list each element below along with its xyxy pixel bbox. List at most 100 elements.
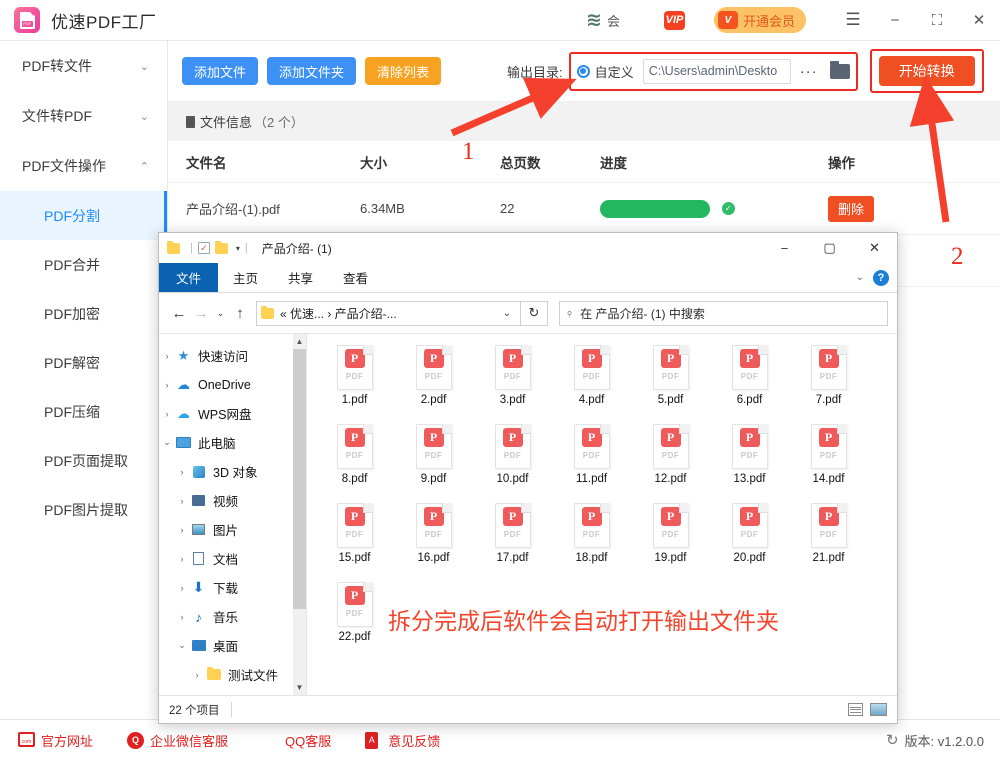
file-item[interactable]: PPDF13.pdf	[710, 424, 789, 503]
add-folder-button[interactable]: 添加文件夹	[267, 57, 356, 85]
close-icon[interactable]: ✕	[958, 0, 1000, 41]
chevron-down-icon[interactable]: ⌄	[856, 272, 864, 283]
sidebar-group-file-to-pdf[interactable]: 文件转PDF ⌄	[0, 91, 167, 141]
add-file-button[interactable]: 添加文件	[182, 57, 258, 85]
recent-locations-icon[interactable]: ⌄	[212, 300, 229, 326]
chevron-down-icon[interactable]: ▾	[236, 244, 240, 253]
folder-browse-icon[interactable]	[830, 64, 850, 79]
tree-item-desktop[interactable]: ⌄ 桌面	[159, 631, 306, 660]
help-icon[interactable]: ?	[873, 270, 889, 286]
feedback-link[interactable]: A 意见反馈	[365, 731, 440, 750]
tree-item-music[interactable]: › ♪ 音乐	[159, 602, 306, 631]
chevron-down-icon[interactable]: ⌄	[498, 308, 516, 319]
sidebar-item-pdf-merge[interactable]: PDF合并	[0, 240, 167, 289]
tree-item-videos[interactable]: › 视频	[159, 486, 306, 515]
ribbon-tab-home[interactable]: 主页	[218, 263, 273, 292]
file-item[interactable]: PPDF11.pdf	[552, 424, 631, 503]
ribbon-tab-file[interactable]: 文件	[159, 263, 218, 292]
file-item[interactable]: PPDF22.pdf	[315, 582, 394, 661]
tree-item-this-pc[interactable]: ⌄ 此电脑	[159, 428, 306, 457]
file-item[interactable]: PPDF3.pdf	[473, 345, 552, 424]
custom-directory-radio[interactable]	[577, 65, 590, 78]
delete-button[interactable]: 删除	[828, 196, 874, 222]
tree-item-documents[interactable]: › 文档	[159, 544, 306, 573]
explorer-maximize-icon[interactable]: ▢	[807, 233, 852, 263]
start-convert-button[interactable]: 开始转换	[879, 56, 975, 86]
sidebar-item-pdf-encrypt[interactable]: PDF加密	[0, 289, 167, 338]
chevron-down-icon[interactable]: ⌄	[174, 640, 190, 651]
explorer-minimize-icon[interactable]: −	[762, 233, 807, 263]
file-item[interactable]: PPDF7.pdf	[789, 345, 868, 424]
file-item[interactable]: PPDF8.pdf	[315, 424, 394, 503]
chevron-right-icon[interactable]: ›	[174, 583, 190, 593]
file-item[interactable]: PPDF14.pdf	[789, 424, 868, 503]
tree-item-wps-cloud[interactable]: › ☁ WPS网盘	[159, 399, 306, 428]
path-more-button[interactable]: ···	[800, 63, 818, 80]
scrollbar-thumb[interactable]	[293, 349, 306, 609]
tree-item-pictures[interactable]: › 图片	[159, 515, 306, 544]
chevron-right-icon[interactable]: ›	[189, 670, 205, 680]
file-item[interactable]: PPDF12.pdf	[631, 424, 710, 503]
address-bar[interactable]: « 优速... › 产品介绍-... ⌄	[256, 301, 521, 326]
tree-item-3d-objects[interactable]: › 3D 对象	[159, 457, 306, 486]
tree-item-quick-access[interactable]: › ★ 快速访问	[159, 341, 306, 370]
swan-icon[interactable]: ≋ 会	[586, 9, 620, 32]
file-item[interactable]: PPDF6.pdf	[710, 345, 789, 424]
file-item[interactable]: PPDF10.pdf	[473, 424, 552, 503]
refresh-icon[interactable]: ↻	[521, 301, 548, 326]
file-item[interactable]: PPDF21.pdf	[789, 503, 868, 582]
vip-badge-icon[interactable]: VIP	[664, 11, 685, 30]
file-item[interactable]: PPDF5.pdf	[631, 345, 710, 424]
file-item[interactable]: PPDF2.pdf	[394, 345, 473, 424]
chevron-right-icon[interactable]: ›	[174, 525, 190, 535]
sidebar-item-pdf-image-extract[interactable]: PDF图片提取	[0, 485, 167, 534]
chevron-right-icon[interactable]: ›	[174, 554, 190, 564]
chevron-down-icon[interactable]: ⌄	[159, 437, 175, 448]
folder-icon[interactable]	[167, 243, 180, 254]
file-item[interactable]: PPDF9.pdf	[394, 424, 473, 503]
qq-support-link[interactable]: QQ客服	[262, 731, 331, 750]
official-website-link[interactable]: com 官方网址	[18, 731, 93, 750]
file-item[interactable]: PPDF16.pdf	[394, 503, 473, 582]
explorer-search-box[interactable]: ⌕ 在 产品介绍- (1) 中搜索	[559, 301, 888, 326]
hamburger-menu-icon[interactable]: ☰	[832, 0, 874, 41]
chevron-right-icon[interactable]: ›	[174, 612, 190, 622]
file-item[interactable]: PPDF19.pdf	[631, 503, 710, 582]
sidebar-item-pdf-page-extract[interactable]: PDF页面提取	[0, 436, 167, 485]
maximize-icon[interactable]: ⛶	[916, 0, 958, 41]
file-item[interactable]: PPDF18.pdf	[552, 503, 631, 582]
details-view-icon[interactable]	[848, 703, 863, 716]
tree-scrollbar[interactable]: ▲ ▼	[293, 334, 306, 695]
large-icons-view-icon[interactable]	[870, 703, 887, 716]
chevron-right-icon[interactable]: ›	[174, 467, 190, 477]
minimize-icon[interactable]: −	[874, 0, 916, 41]
wecom-support-link[interactable]: Q 企业微信客服	[127, 731, 228, 750]
back-arrow-icon[interactable]: ←	[168, 300, 190, 326]
chevron-right-icon[interactable]: ›	[159, 380, 175, 390]
clear-list-button[interactable]: 清除列表	[365, 57, 441, 85]
file-item[interactable]: PPDF17.pdf	[473, 503, 552, 582]
file-item[interactable]: PPDF20.pdf	[710, 503, 789, 582]
up-arrow-icon[interactable]: ↑	[229, 300, 251, 326]
explorer-close-icon[interactable]: ✕	[852, 233, 897, 263]
forward-arrow-icon[interactable]: →	[190, 300, 212, 326]
sidebar-group-pdf-operations[interactable]: PDF文件操作 ⌃	[0, 141, 167, 191]
tree-item-test-files[interactable]: › 测试文件	[159, 660, 306, 689]
scroll-up-icon[interactable]: ▲	[293, 334, 306, 349]
file-item[interactable]: PPDF1.pdf	[315, 345, 394, 424]
properties-icon[interactable]: ✓	[198, 242, 210, 254]
sidebar-item-pdf-decrypt[interactable]: PDF解密	[0, 338, 167, 387]
output-path-input[interactable]	[643, 59, 791, 84]
tree-item-onedrive[interactable]: › ☁ OneDrive	[159, 370, 306, 399]
chevron-right-icon[interactable]: ›	[174, 496, 190, 506]
tree-item-image-converter[interactable]: 图片格式转换器	[159, 689, 306, 695]
new-folder-icon[interactable]	[215, 243, 228, 254]
tree-item-downloads[interactable]: › ⬇ 下载	[159, 573, 306, 602]
file-item[interactable]: PPDF15.pdf	[315, 503, 394, 582]
open-membership-button[interactable]: V 开通会员	[714, 7, 806, 33]
sidebar-item-pdf-split[interactable]: PDF分割	[0, 191, 167, 240]
sidebar-item-pdf-compress[interactable]: PDF压缩	[0, 387, 167, 436]
chevron-right-icon[interactable]: ›	[159, 351, 175, 361]
chevron-right-icon[interactable]: ›	[159, 409, 175, 419]
ribbon-tab-view[interactable]: 查看	[328, 263, 383, 292]
